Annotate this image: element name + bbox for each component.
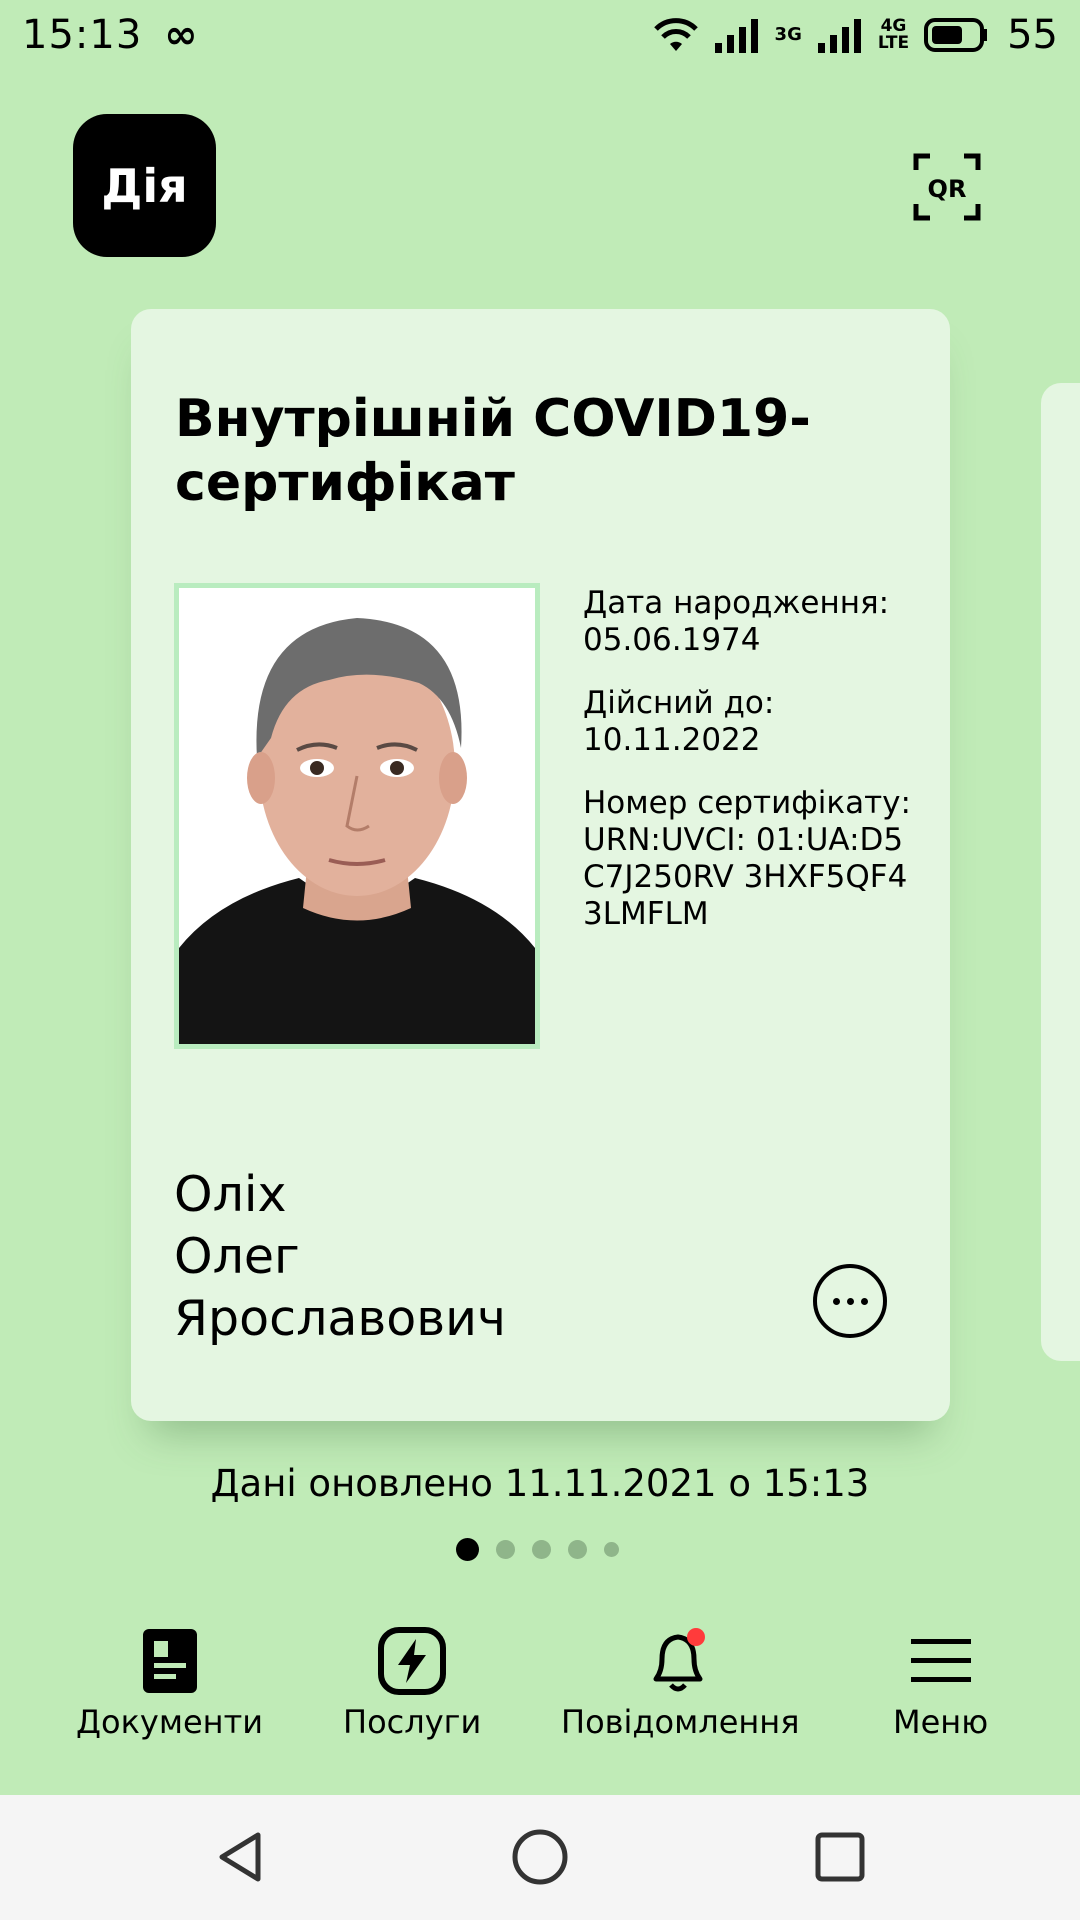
status-icons: 3G 4G LTE 55	[653, 12, 1058, 58]
screen: 15:13 ∞ 3G 4G LTE 55 Дія QR Внутрішній C…	[0, 0, 1080, 1920]
certificate-number-label: Номер сертифікату:	[583, 785, 911, 821]
qr-scan-button[interactable]: QR	[912, 152, 982, 222]
status-time: 15:13	[22, 12, 143, 58]
holder-portrait	[179, 588, 535, 1044]
document-icon	[134, 1625, 206, 1697]
holder-surname: Оліх	[174, 1166, 287, 1223]
battery-percent: 55	[1007, 12, 1058, 58]
home-circle-icon	[512, 1829, 568, 1885]
nav-menu[interactable]: Меню	[893, 1625, 988, 1741]
notification-dot	[687, 1628, 706, 1646]
pager-dots	[456, 1538, 619, 1561]
logo-text: Дія	[101, 158, 188, 213]
signal-icon	[714, 19, 758, 53]
birth-date-label: Дата народження:	[583, 585, 890, 621]
valid-until-value: 10.11.2022	[583, 722, 761, 758]
home-button[interactable]	[510, 1827, 570, 1887]
valid-until-block: Дійсний до: 10.11.2022	[583, 685, 923, 759]
qr-scan-icon: QR	[913, 153, 981, 221]
certificate-info: Дата народження: 05.06.1974 Дійсний до: …	[583, 585, 923, 959]
nav-services[interactable]: Послуги	[343, 1625, 481, 1741]
recents-square-icon	[815, 1832, 865, 1882]
next-card-peek[interactable]	[1041, 383, 1080, 1361]
more-dot-icon	[846, 1297, 854, 1305]
more-dot-icon	[860, 1297, 868, 1305]
pager-dot[interactable]	[496, 1540, 515, 1559]
app-logo: Дія	[73, 114, 216, 257]
data-updated-text: Дані оновлено 11.11.2021 о 15:13	[210, 1462, 870, 1505]
lightning-icon	[376, 1625, 448, 1697]
more-dot-icon	[832, 1297, 840, 1305]
nav-notifications[interactable]: Повідомлення	[561, 1625, 799, 1741]
more-options-button[interactable]	[813, 1264, 887, 1338]
pager-dot[interactable]	[532, 1540, 551, 1559]
pager-dot[interactable]	[604, 1542, 619, 1557]
pager-dot-active[interactable]	[456, 1538, 479, 1561]
birth-date-block: Дата народження: 05.06.1974	[583, 585, 923, 659]
network-type-3g: 3G	[774, 24, 802, 45]
holder-full-name: Оліх Олег Ярославович	[174, 1164, 506, 1350]
covid-certificate-card[interactable]: Внутрішній COVID19-сертифікат Дата народ…	[131, 309, 950, 1421]
nav-menu-label: Меню	[893, 1703, 989, 1741]
hamburger-menu-icon	[905, 1625, 977, 1697]
back-triangle-icon	[219, 1832, 261, 1882]
bell-icon	[644, 1625, 716, 1697]
nav-services-label: Послуги	[343, 1703, 482, 1741]
nav-documents-label: Документи	[76, 1703, 264, 1741]
holder-photo	[174, 583, 540, 1049]
status-bar: 15:13 ∞ 3G 4G LTE 55	[0, 0, 1080, 70]
network-type-lte: 4G LTE	[878, 18, 909, 52]
certificate-number-block: Номер сертифікату: URN:UVCI: 01:UA:D5C7J…	[583, 785, 923, 933]
card-title: Внутрішній COVID19-сертифікат	[175, 389, 811, 513]
pager-dot[interactable]	[568, 1540, 587, 1559]
network-lte-label: LTE	[877, 33, 910, 53]
nav-documents[interactable]: Документи	[76, 1625, 263, 1741]
system-navigation-bar	[0, 1795, 1080, 1920]
birth-date-value: 05.06.1974	[583, 622, 761, 658]
qr-label: QR	[928, 175, 967, 203]
valid-until-label: Дійсний до:	[583, 685, 775, 721]
link-icon: ∞	[164, 12, 198, 58]
certificate-number-value: URN:UVCI: 01:UA:D5C7J250RV 3HXF5QF43LMFL…	[583, 822, 908, 932]
wifi-icon	[653, 18, 698, 51]
holder-name: Олег	[174, 1228, 300, 1285]
bottom-navigation: Документи Послуги Повідомлення Меню	[0, 1625, 1080, 1795]
battery-icon	[924, 18, 988, 52]
holder-patronymic: Ярославович	[174, 1290, 506, 1347]
recents-button[interactable]	[810, 1827, 870, 1887]
back-button[interactable]	[210, 1827, 270, 1887]
nav-notifications-label: Повідомлення	[561, 1703, 800, 1741]
signal-icon-2	[817, 19, 861, 53]
